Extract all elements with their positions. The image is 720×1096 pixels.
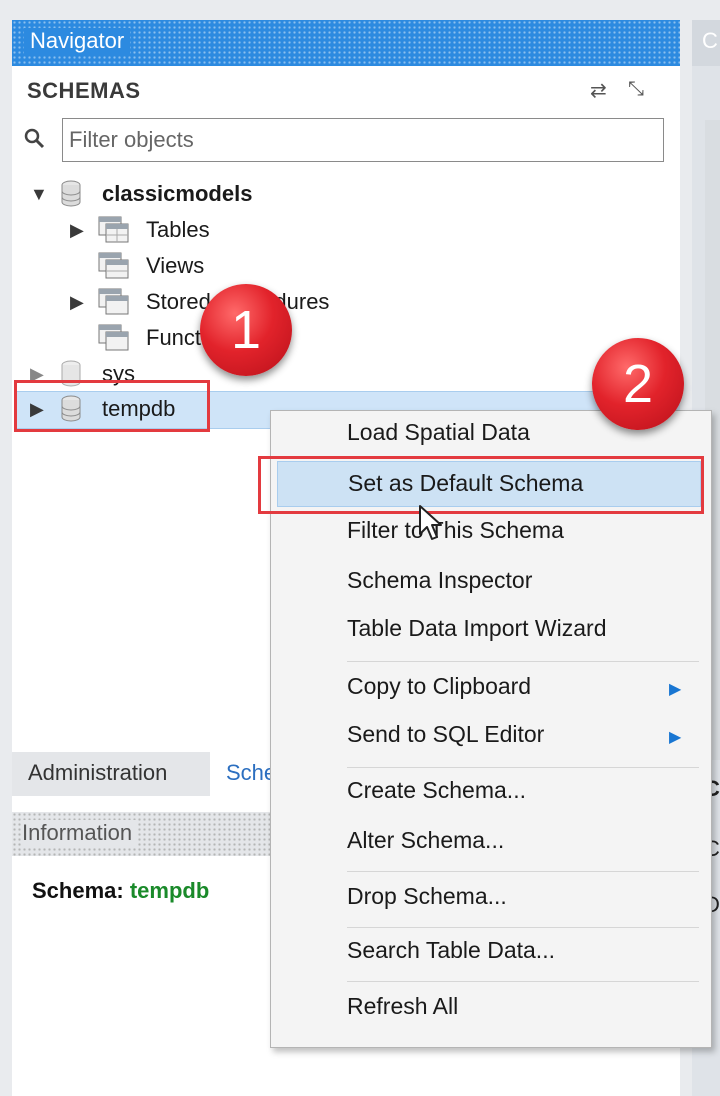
tree-item-label: classicmodels xyxy=(102,181,253,206)
tree-item-label: Tables xyxy=(146,217,210,242)
menu-item-create-schema[interactable]: Create Schema... xyxy=(271,769,711,815)
filter-input[interactable] xyxy=(62,118,664,162)
expanded-arrow-icon[interactable]: ▼ xyxy=(30,176,48,212)
menu-item-label: Create Schema... xyxy=(347,777,526,803)
menu-item-label: Alter Schema... xyxy=(347,827,505,853)
menu-item-label: Filter to This Schema xyxy=(347,517,564,543)
views-icon xyxy=(98,252,129,279)
schema-info: Schema: tempdb xyxy=(32,878,209,904)
schema-info-label: Schema: xyxy=(32,878,124,903)
collapse-icon[interactable]: ⤡ xyxy=(628,78,644,101)
database-icon xyxy=(61,180,81,207)
menu-separator xyxy=(347,871,699,872)
menu-separator xyxy=(347,981,699,982)
menu-separator xyxy=(347,767,699,768)
navigator-title: Navigator xyxy=(24,28,131,54)
menu-item-label: Schema Inspector xyxy=(347,567,533,593)
tree-item-label: Views xyxy=(146,253,205,278)
schemas-heading: SCHEMAS xyxy=(27,78,141,103)
submenu-arrow-icon: ▶ xyxy=(669,729,682,746)
submenu-arrow-icon: ▶ xyxy=(669,681,682,698)
menu-item-label: Table Data Import Wizard xyxy=(347,615,607,641)
editor-tab-label: C xyxy=(702,28,718,53)
menu-separator xyxy=(347,661,699,662)
schema-info-value: tempdb xyxy=(129,878,210,903)
editor-tab[interactable]: C xyxy=(692,20,720,66)
menu-item-label: Send to SQL Editor xyxy=(347,721,545,747)
step-badge-2: 2 xyxy=(592,338,684,430)
tab-administration[interactable]: Administration xyxy=(28,760,167,786)
menu-item-drop-schema[interactable]: Drop Schema... xyxy=(271,875,711,921)
tree-item-classicmodels[interactable]: ▼ classicmodels xyxy=(24,176,664,212)
menu-item-table-data-import-wizard[interactable]: Table Data Import Wizard xyxy=(271,607,711,653)
menu-item-schema-inspector[interactable]: Schema Inspector xyxy=(271,559,711,605)
menu-item-refresh-all[interactable]: Refresh All xyxy=(271,985,711,1031)
tree-item-tables[interactable]: ▶ Tables xyxy=(70,212,630,248)
refresh-icon[interactable]: ⇄ xyxy=(590,78,607,103)
navigator-header: Navigator xyxy=(12,20,680,66)
collapsed-arrow-icon[interactable]: ▶ xyxy=(70,212,84,248)
menu-item-label: Refresh All xyxy=(347,993,459,1019)
menu-item-label: Search Table Data... xyxy=(347,937,555,963)
filter-row xyxy=(24,118,664,164)
menu-item-send-to-sql-editor[interactable]: Send to SQL Editor ▶ xyxy=(271,713,711,759)
collapsed-arrow-icon[interactable]: ▶ xyxy=(70,284,84,320)
search-icon xyxy=(24,128,45,149)
functions-icon xyxy=(98,324,129,351)
mouse-cursor-icon xyxy=(419,505,442,540)
menu-item-label: Copy to Clipboard xyxy=(347,673,532,699)
step-badge-1: 1 xyxy=(200,284,292,376)
tree-item-functions[interactable]: Functions xyxy=(70,320,630,356)
stored-procedures-icon xyxy=(98,288,129,315)
highlight-box-tempdb xyxy=(14,380,210,432)
menu-item-filter-to-schema[interactable]: Filter to This Schema xyxy=(271,509,711,555)
tree-item-stored-procedures[interactable]: ▶ Stored Procedures xyxy=(70,284,630,320)
menu-item-copy-to-clipboard[interactable]: Copy to Clipboard ▶ xyxy=(271,665,711,711)
tree-item-views[interactable]: Views xyxy=(70,248,630,284)
information-title: Information xyxy=(22,820,139,846)
menu-item-search-table-data[interactable]: Search Table Data... xyxy=(271,929,711,975)
menu-item-label: Drop Schema... xyxy=(347,883,507,909)
menu-item-alter-schema[interactable]: Alter Schema... xyxy=(271,819,711,865)
tables-icon xyxy=(98,216,129,243)
menu-item-label: Load Spatial Data xyxy=(347,419,530,445)
highlight-box-set-default xyxy=(258,456,704,514)
menu-separator xyxy=(347,927,699,928)
